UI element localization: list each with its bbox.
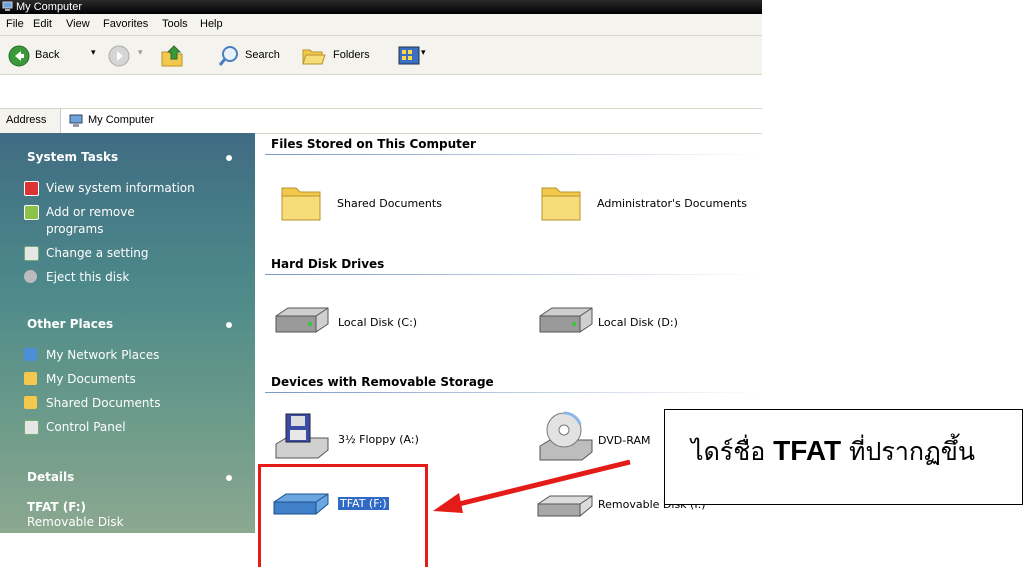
details-name: TFAT (F:) xyxy=(27,500,87,514)
annotation-highlight-box xyxy=(258,464,428,567)
details-type: Removable Disk xyxy=(27,515,124,529)
back-button[interactable]: Back xyxy=(8,45,66,67)
group-divider xyxy=(265,154,762,155)
folder-icon xyxy=(541,187,581,221)
forward-dropdown-icon[interactable]: ▾ xyxy=(138,48,143,58)
my-computer-icon xyxy=(69,114,83,127)
system-tasks-title: System Tasks xyxy=(27,150,119,164)
local-disk-c-item[interactable]: Local Disk (C:) xyxy=(272,304,472,340)
views-icon xyxy=(398,46,420,65)
menu-view[interactable]: View xyxy=(66,18,90,30)
menu-file[interactable]: File xyxy=(6,18,24,30)
annotation-arrow xyxy=(433,459,631,513)
back-arrow-icon xyxy=(8,45,30,67)
other-places-collapse-icon[interactable] xyxy=(226,322,232,328)
title-bar[interactable]: My Computer xyxy=(0,0,762,14)
floppy-drive-icon xyxy=(275,413,329,459)
folders-icon xyxy=(302,49,326,65)
shared-documents-item[interactable]: Shared Documents xyxy=(280,180,480,228)
my-documents-icon xyxy=(24,372,37,385)
annotation-callout: ไดร์ชื่อ TFAT ที่ปรากฏขึ้น xyxy=(664,409,1023,505)
toolbar: Back ▾ ▾ Search Folders ▾ xyxy=(0,36,762,75)
network-places-icon xyxy=(24,348,37,361)
hard-disk-icon xyxy=(275,307,329,333)
group-divider xyxy=(265,274,762,275)
folders-label: Folders xyxy=(333,49,370,61)
menu-bar: File Edit View Favorites Tools Help xyxy=(0,14,762,36)
details-title: Details xyxy=(27,470,75,484)
menu-favorites[interactable]: Favorites xyxy=(103,18,148,30)
group-divider xyxy=(265,392,762,393)
back-dropdown-icon[interactable]: ▾ xyxy=(91,48,96,58)
task-pane: System Tasks View system information Add… xyxy=(0,133,255,533)
menu-help[interactable]: Help xyxy=(200,18,223,30)
control-panel-icon xyxy=(24,246,39,261)
search-label: Search xyxy=(245,49,280,61)
menu-edit[interactable]: Edit xyxy=(33,18,52,30)
search-icon xyxy=(218,46,238,66)
callout-text: ไดร์ชื่อ TFAT ที่ปรากฏขึ้น xyxy=(691,435,975,466)
system-info-icon xyxy=(24,181,39,196)
address-label: Address xyxy=(6,114,47,126)
eject-icon xyxy=(24,270,37,283)
search-button[interactable]: Search xyxy=(218,45,288,67)
folder-icon xyxy=(281,187,321,221)
control-panel-icon xyxy=(24,420,39,435)
views-dropdown-icon: ▾ xyxy=(421,48,426,58)
back-label: Back xyxy=(35,49,60,61)
local-disk-d-item[interactable]: Local Disk (D:) xyxy=(536,304,736,340)
address-value: My Computer xyxy=(88,114,155,126)
hard-disk-icon xyxy=(539,307,593,333)
system-tasks-collapse-icon[interactable] xyxy=(226,155,232,161)
administrator-documents-item[interactable]: Administrator's Documents xyxy=(540,180,760,228)
address-bar[interactable]: Address My Computer xyxy=(0,108,762,134)
details-collapse-icon[interactable] xyxy=(226,475,232,481)
folders-button[interactable]: Folders xyxy=(302,45,382,67)
up-folder-icon[interactable] xyxy=(160,44,186,68)
menu-tools[interactable]: Tools xyxy=(162,18,188,30)
my-computer-icon xyxy=(2,1,13,11)
hdd-group-title: Hard Disk Drives xyxy=(271,257,385,271)
other-places-title: Other Places xyxy=(27,317,114,331)
files-group-title: Files Stored on This Computer xyxy=(271,137,476,151)
views-button[interactable]: ▾ xyxy=(398,45,430,67)
window-title: My Computer xyxy=(16,1,83,13)
address-label-box: Address xyxy=(0,109,61,133)
add-remove-programs-icon xyxy=(24,205,39,220)
folder-icon xyxy=(24,396,37,409)
removable-group-title: Devices with Removable Storage xyxy=(271,375,494,389)
forward-arrow-icon[interactable] xyxy=(108,45,130,67)
